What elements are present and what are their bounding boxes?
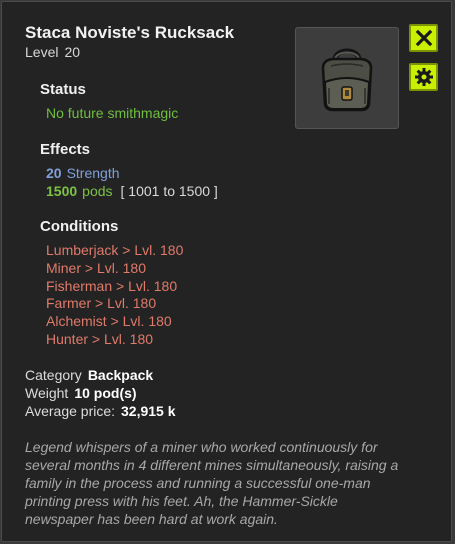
item-name: Staca Noviste's Rucksack <box>25 23 235 42</box>
effect-pods: 1500 pods [ 1001 to 1500 ] <box>46 183 218 199</box>
effects-heading: Effects <box>40 141 91 158</box>
condition-item: Miner > Lvl. 180 <box>46 259 146 276</box>
close-icon <box>415 29 432 47</box>
category-label: Category <box>25 367 82 383</box>
condition-item: Fisherman > Lvl. 180 <box>46 277 178 294</box>
condition-item: Lumberjack > Lvl. 180 <box>46 242 184 258</box>
close-button[interactable] <box>409 24 438 52</box>
condition-item: Farmer > Lvl. 180 <box>46 295 157 312</box>
category-row: Category Backpack <box>25 367 153 383</box>
effect-value: 1500 <box>46 183 78 199</box>
weight-label: Weight <box>25 385 69 401</box>
price-label: Average price: <box>25 403 116 419</box>
conditions-heading: Conditions <box>40 218 119 235</box>
category-value: Backpack <box>87 367 154 383</box>
effect-strength: 20 Strength <box>46 165 120 181</box>
price-row: Average price: 32,915 k <box>25 403 176 419</box>
effect-range: [ 1001 to 1500 ] <box>120 183 218 199</box>
level-label: Level <box>25 44 59 60</box>
gear-icon <box>414 68 433 86</box>
effect-label: Strength <box>66 165 120 181</box>
item-description: Legend whispers of a miner who worked co… <box>25 439 399 527</box>
item-image-backpack <box>295 27 399 129</box>
weight-row: Weight 10 pod(s) <box>25 385 137 401</box>
settings-button[interactable] <box>409 63 438 91</box>
condition-item: Hunter > Lvl. 180 <box>46 330 154 347</box>
price-value: 32,915 k <box>121 403 176 419</box>
status-text: No future smithmagic <box>46 105 179 121</box>
conditions-list: Lumberjack > Lvl. 180 Miner > Lvl. 180 F… <box>46 242 183 349</box>
level-value: 20 <box>64 44 81 60</box>
effect-value: 20 <box>46 165 62 181</box>
effect-label: pods <box>82 183 113 199</box>
item-level: Level 20 <box>25 44 80 60</box>
item-tooltip-panel: Staca Noviste's Rucksack Level 20 Status… <box>1 1 452 542</box>
condition-item: Alchemist > Lvl. 180 <box>46 313 172 330</box>
weight-value: 10 pod(s) <box>74 385 137 401</box>
status-heading: Status <box>40 81 86 98</box>
backpack-icon <box>321 48 373 112</box>
